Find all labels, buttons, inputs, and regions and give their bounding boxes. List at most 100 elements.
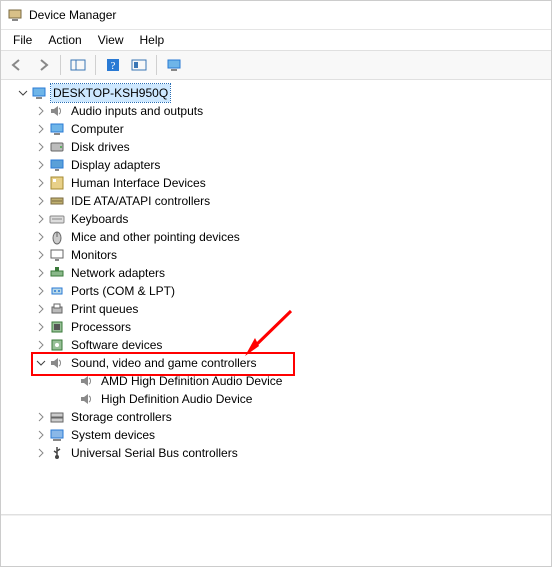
tree-category[interactable]: Disk drives — [1, 138, 551, 156]
svg-text:?: ? — [111, 60, 116, 72]
collapse-icon[interactable] — [35, 357, 47, 369]
tree-node-label: Ports (COM & LPT) — [69, 282, 177, 300]
tree-category[interactable]: System devices — [1, 426, 551, 444]
expand-icon[interactable] — [35, 195, 47, 207]
expand-icon[interactable] — [35, 285, 47, 297]
expander-placeholder — [65, 393, 77, 405]
hid-icon — [49, 175, 65, 191]
tree-category[interactable]: Display adapters — [1, 156, 551, 174]
display-icon — [49, 157, 65, 173]
tree-node-label: Keyboards — [69, 210, 130, 228]
tree-node-label: Monitors — [69, 246, 119, 264]
tree-category[interactable]: Audio inputs and outputs — [1, 102, 551, 120]
menubar: File Action View Help — [1, 30, 551, 50]
device-tree[interactable]: DESKTOP-KSH950QAudio inputs and outputsC… — [1, 80, 551, 515]
expand-icon[interactable] — [35, 141, 47, 153]
expand-icon[interactable] — [35, 303, 47, 315]
expand-icon[interactable] — [35, 447, 47, 459]
tree-node-label: IDE ATA/ATAPI controllers — [69, 192, 212, 210]
expand-icon[interactable] — [35, 411, 47, 423]
menu-action[interactable]: Action — [40, 31, 89, 49]
expand-icon[interactable] — [35, 267, 47, 279]
tree-category[interactable]: Monitors — [1, 246, 551, 264]
pc-icon — [31, 85, 47, 101]
keyboard-icon — [49, 211, 65, 227]
tree-node-label: AMD High Definition Audio Device — [99, 372, 284, 390]
printer-icon — [49, 301, 65, 317]
tree-category[interactable]: Computer — [1, 120, 551, 138]
tree-node-label: Audio inputs and outputs — [69, 102, 205, 120]
help-button[interactable]: ? — [101, 53, 125, 77]
tree-node-label: Display adapters — [69, 156, 162, 174]
back-button[interactable] — [5, 53, 29, 77]
tree-node-label: High Definition Audio Device — [99, 390, 254, 408]
speaker-icon — [49, 103, 65, 119]
toolbar: ? — [1, 50, 551, 80]
menu-view[interactable]: View — [90, 31, 132, 49]
tree-root-computer[interactable]: DESKTOP-KSH950Q — [1, 84, 551, 102]
toolbar-separator — [156, 55, 157, 75]
forward-button[interactable] — [31, 53, 55, 77]
software-icon — [49, 337, 65, 353]
tree-category[interactable]: IDE ATA/ATAPI controllers — [1, 192, 551, 210]
tree-device[interactable]: High Definition Audio Device — [1, 390, 551, 408]
tree-node-label: Storage controllers — [69, 408, 174, 426]
tree-category[interactable]: Print queues — [1, 300, 551, 318]
expand-icon[interactable] — [35, 321, 47, 333]
toolbar-separator — [95, 55, 96, 75]
monitor-icon — [49, 247, 65, 263]
tree-category[interactable]: Ports (COM & LPT) — [1, 282, 551, 300]
tree-category[interactable]: Network adapters — [1, 264, 551, 282]
scan-hardware-button[interactable] — [127, 53, 151, 77]
tree-node-label: Processors — [69, 318, 133, 336]
tree-node-label: Disk drives — [69, 138, 132, 156]
tree-category[interactable]: Sound, video and game controllers — [1, 354, 551, 372]
status-bar — [1, 515, 551, 566]
tree-node-label: Print queues — [69, 300, 140, 318]
tree-category[interactable]: Human Interface Devices — [1, 174, 551, 192]
tree-category[interactable]: Processors — [1, 318, 551, 336]
toolbar-separator — [60, 55, 61, 75]
system-icon — [49, 427, 65, 443]
tree-node-label: Human Interface Devices — [69, 174, 208, 192]
tree-category[interactable]: Software devices — [1, 336, 551, 354]
device-manager-window: Device Manager File Action View Help ? D — [0, 0, 552, 567]
tree-node-label: Universal Serial Bus controllers — [69, 444, 240, 462]
expand-icon[interactable] — [35, 213, 47, 225]
expand-icon[interactable] — [35, 177, 47, 189]
tree-category[interactable]: Universal Serial Bus controllers — [1, 444, 551, 462]
tree-category[interactable]: Storage controllers — [1, 408, 551, 426]
titlebar: Device Manager — [1, 1, 551, 30]
expand-icon[interactable] — [35, 249, 47, 261]
collapse-icon[interactable] — [17, 87, 29, 99]
expand-icon[interactable] — [35, 123, 47, 135]
cpu-icon — [49, 319, 65, 335]
tree-category[interactable]: Mice and other pointing devices — [1, 228, 551, 246]
show-hide-console-button[interactable] — [66, 53, 90, 77]
network-icon — [49, 265, 65, 281]
expander-placeholder — [65, 375, 77, 387]
tree-node-label: DESKTOP-KSH950Q — [51, 84, 170, 102]
tree-node-label: Sound, video and game controllers — [69, 354, 258, 372]
expand-icon[interactable] — [35, 159, 47, 171]
tree-node-label: Network adapters — [69, 264, 167, 282]
expand-icon[interactable] — [35, 429, 47, 441]
storage-icon — [49, 409, 65, 425]
tree-device[interactable]: AMD High Definition Audio Device — [1, 372, 551, 390]
expand-icon[interactable] — [35, 339, 47, 351]
menu-help[interactable]: Help — [132, 31, 173, 49]
expand-icon[interactable] — [35, 231, 47, 243]
tree-node-label: Computer — [69, 120, 126, 138]
speaker-icon — [79, 391, 95, 407]
expand-icon[interactable] — [35, 105, 47, 117]
tree-node-label: System devices — [69, 426, 157, 444]
mouse-icon — [49, 229, 65, 245]
devices-by-type-button[interactable] — [162, 53, 186, 77]
speaker-icon — [79, 373, 95, 389]
usb-icon — [49, 445, 65, 461]
tree-category[interactable]: Keyboards — [1, 210, 551, 228]
port-icon — [49, 283, 65, 299]
tree-node-label: Software devices — [69, 336, 164, 354]
menu-file[interactable]: File — [5, 31, 40, 49]
speaker-icon — [49, 355, 65, 371]
